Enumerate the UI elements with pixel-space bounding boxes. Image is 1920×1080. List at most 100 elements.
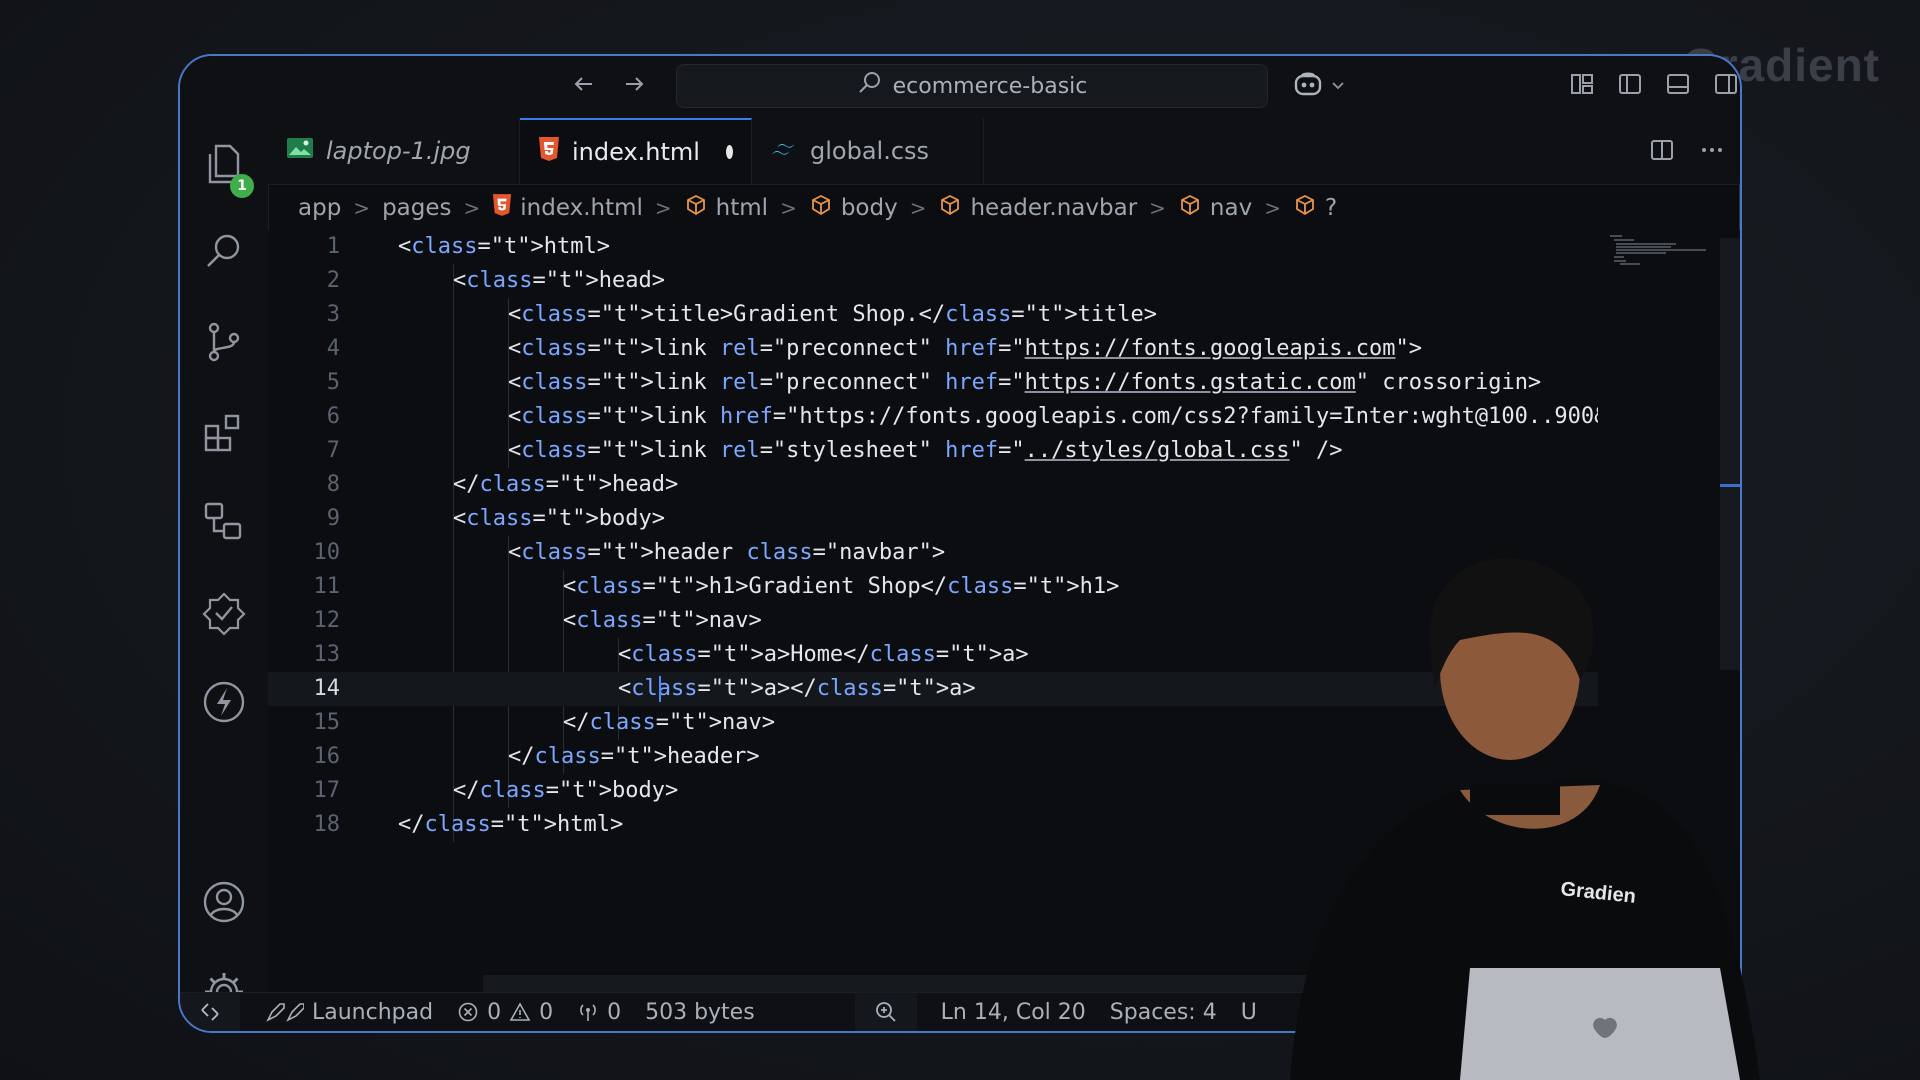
symbol-cube-icon — [684, 193, 708, 223]
code-text: <class="t">a></class="t">a> — [618, 676, 976, 701]
breadcrumb-item[interactable]: header.navbar — [970, 195, 1137, 221]
chevron-right-icon: > — [463, 196, 481, 220]
line-number: 10 — [313, 540, 341, 565]
line-number: 17 — [313, 778, 341, 803]
code-text: </class="t">body> — [453, 778, 679, 803]
broadcast-icon — [580, 1004, 596, 1021]
ports-status[interactable]: 0 — [577, 1000, 621, 1025]
breadcrumb: app > pages > index.html > html > body >… — [298, 186, 1337, 230]
lightning-icon[interactable] — [200, 678, 248, 726]
code-text: </class="t">head> — [453, 472, 679, 497]
code-text: <class="t">title>Gradient Shop.</class="… — [508, 302, 1158, 327]
account-icon[interactable] — [200, 878, 248, 926]
symbol-cube-icon — [1178, 193, 1202, 223]
code-text: <class="t">nav> — [563, 608, 762, 633]
toggle-panel-icon[interactable] — [1664, 70, 1692, 98]
symbol-cube-icon — [1293, 193, 1317, 223]
code-text: </class="t">html> — [398, 812, 624, 837]
tab-laptop-image[interactable]: laptop-1.jpg — [268, 118, 520, 184]
zoom-button[interactable] — [854, 993, 917, 1031]
code-text: <class="t">a>Home</class="t">a> — [618, 642, 1029, 667]
code-text: <class="t">link href="https://fonts.goog… — [508, 404, 1598, 429]
title-bar: ecommerce-basic — [180, 56, 1740, 119]
cursor-position-status[interactable]: Ln 14, Col 20 — [941, 1000, 1086, 1025]
testing-icon[interactable] — [200, 588, 248, 636]
code-text: <class="t">body> — [453, 506, 665, 531]
problems-status[interactable]: 0 0 — [457, 1000, 553, 1025]
remote-indicator[interactable] — [180, 993, 240, 1031]
line-number: 13 — [313, 642, 341, 667]
breadcrumb-item[interactable]: app — [298, 195, 341, 221]
symbol-cube-icon — [809, 193, 833, 223]
source-control-icon[interactable] — [200, 318, 248, 366]
remote-icon — [201, 1003, 219, 1021]
breadcrumb-item[interactable]: html — [716, 195, 768, 221]
explorer-icon[interactable]: 1 — [200, 140, 254, 198]
code-text: <class="t">head> — [453, 268, 665, 293]
split-editor-icon[interactable] — [1648, 136, 1676, 168]
line-number: 15 — [313, 710, 341, 735]
minimap[interactable] — [1606, 234, 1716, 270]
extensions-icon[interactable] — [200, 408, 248, 456]
code-text: <class="t">link rel="preconnect" href="h… — [508, 370, 1542, 395]
command-center-search[interactable]: ecommerce-basic — [676, 64, 1268, 108]
tab-actions — [1648, 136, 1726, 168]
launchpad-label: Launchpad — [312, 999, 434, 1025]
more-actions-icon[interactable] — [1698, 136, 1726, 168]
toggle-secondary-sidebar-icon[interactable] — [1712, 70, 1740, 98]
remote-explorer-icon[interactable] — [200, 498, 248, 546]
line-number: 16 — [313, 744, 341, 769]
code-line: 3 <class="t">title>Gradient Shop.</class=… — [268, 298, 1598, 332]
error-icon — [458, 1002, 478, 1022]
line-number: 14 — [313, 676, 341, 701]
tab-label: index.html — [572, 138, 700, 166]
search-icon — [857, 70, 883, 102]
indentation: Spaces: 4 — [1109, 999, 1217, 1025]
line-number: 18 — [313, 812, 341, 837]
tab-global-css[interactable]: global.css — [752, 118, 984, 184]
copilot-menu[interactable] — [1292, 70, 1346, 104]
warning-icon — [509, 1002, 531, 1021]
customize-layout-icon[interactable] — [1568, 70, 1596, 98]
code-line: 4 <class="t">link rel="preconnect" href="… — [268, 332, 1598, 366]
file-size-status: 503 bytes — [645, 1000, 755, 1025]
chevron-right-icon: > — [1264, 196, 1281, 220]
code-text: <class="t">h1>Gradient Shop</class="t">h… — [563, 574, 1120, 599]
symbol-cube-icon — [938, 193, 962, 223]
chevron-right-icon: > — [780, 196, 797, 220]
line-number: 9 — [326, 506, 340, 531]
history-navigation — [570, 70, 648, 98]
error-count: 0 — [487, 999, 502, 1025]
chevron-right-icon: > — [654, 196, 672, 220]
code-line: 8 </class="t">head> — [268, 468, 1598, 502]
encoding: U — [1240, 999, 1257, 1025]
breadcrumb-item[interactable]: pages — [382, 195, 451, 221]
code-text: <class="t">link rel="preconnect" href="h… — [508, 336, 1422, 361]
forward-arrow-icon[interactable] — [620, 70, 648, 98]
indentation-status[interactable]: Spaces: 4 — [1110, 1000, 1217, 1025]
tab-label: laptop-1.jpg — [326, 137, 471, 165]
toggle-primary-sidebar-icon[interactable] — [1616, 70, 1644, 98]
image-file-icon — [286, 137, 314, 165]
breadcrumb-item[interactable]: ? — [1325, 195, 1337, 221]
breadcrumb-item[interactable]: body — [841, 195, 898, 221]
line-number: 4 — [326, 336, 340, 361]
cursor-position: Ln 14, Col 20 — [940, 999, 1086, 1025]
unsaved-dot-icon[interactable] — [725, 145, 733, 159]
warning-count: 0 — [539, 999, 554, 1025]
breadcrumb-item[interactable]: index.html — [520, 195, 643, 221]
back-arrow-icon[interactable] — [570, 70, 598, 98]
code-line: 1 <class="t">html> — [268, 230, 1598, 264]
encoding-status[interactable]: U — [1241, 1000, 1257, 1025]
line-number: 12 — [313, 608, 341, 633]
launchpad-status[interactable]: Launchpad — [264, 1000, 433, 1025]
code-text: <class="t">html> — [398, 234, 610, 259]
code-line: 6 <class="t">link href="https://fonts.goo… — [268, 400, 1598, 434]
tab-index-html[interactable]: index.html — [520, 118, 752, 184]
zoom-icon — [875, 1002, 896, 1022]
line-number: 7 — [326, 438, 340, 463]
editor-tabs: laptop-1.jpg index.html global.css — [268, 118, 1740, 185]
activity-bar: 1 — [180, 118, 269, 1011]
search-icon[interactable] — [200, 228, 248, 276]
breadcrumb-item[interactable]: nav — [1210, 195, 1252, 221]
